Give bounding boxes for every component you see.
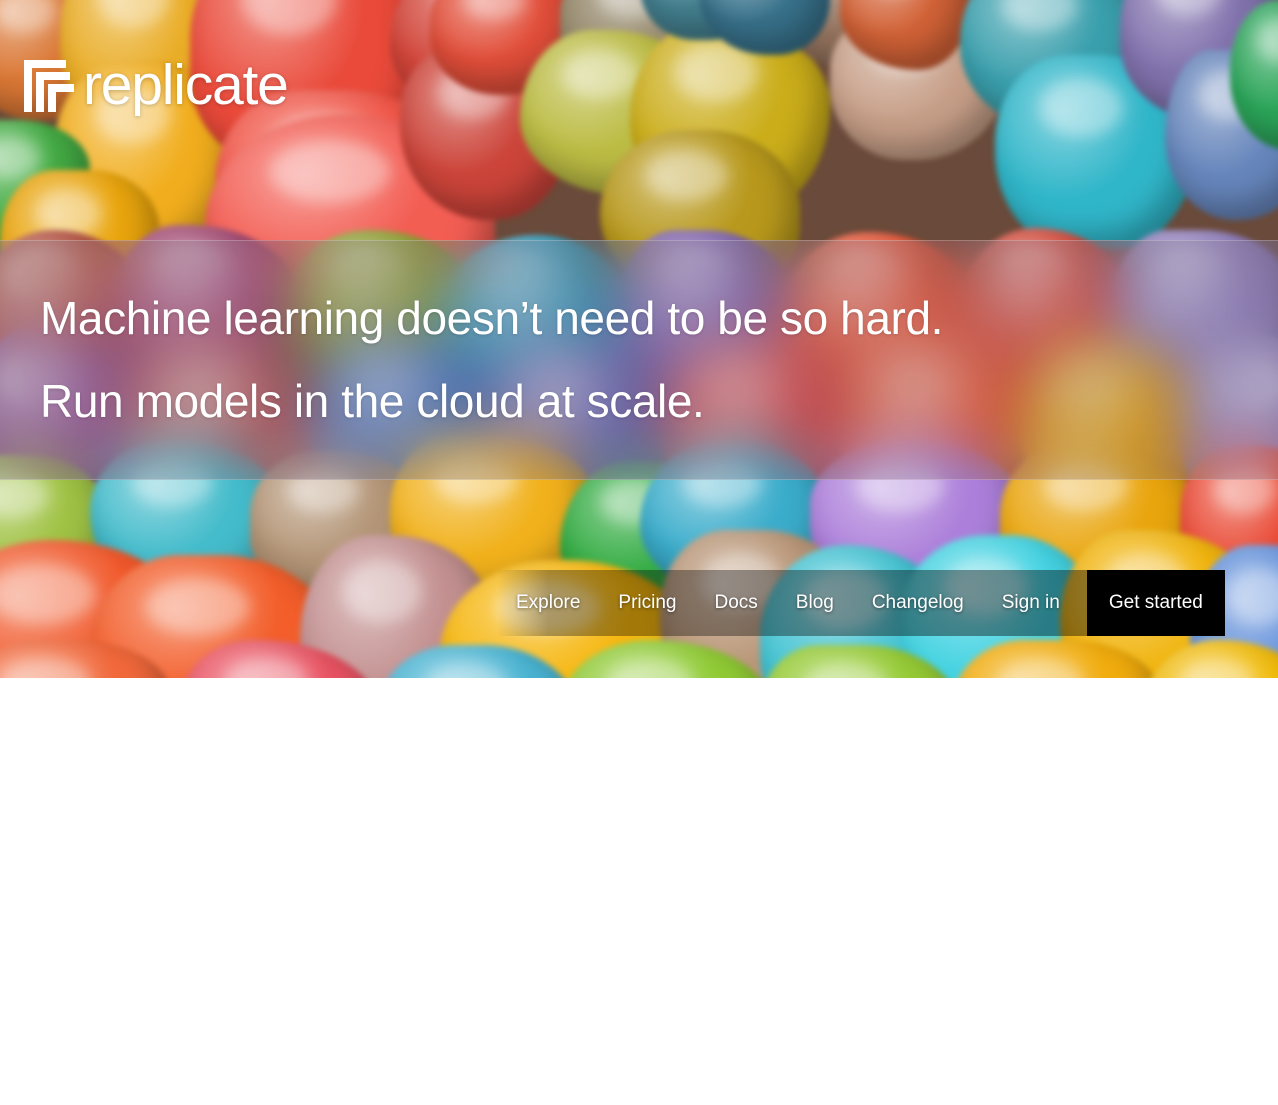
brand-name: replicate — [83, 53, 289, 117]
main-navigation: Explore Pricing Docs Blog Changelog Sign in Ge… — [497, 570, 1225, 636]
hero-headline-line-2: Run models in the cloud at scale. — [40, 375, 705, 427]
nav-link-explore[interactable]: Explore — [497, 570, 599, 636]
nav-link-sign-in[interactable]: Sign in — [983, 570, 1079, 636]
nav-link-pricing[interactable]: Pricing — [599, 570, 695, 636]
nav-link-changelog[interactable]: Changelog — [853, 570, 983, 636]
hero-headline-line-1: Machine learning doesn’t need to be so h… — [40, 292, 944, 344]
hero-section: Machine learning doesn’t need to be so h… — [0, 0, 1278, 678]
get-started-button[interactable]: Get started — [1086, 570, 1225, 636]
nav-link-docs[interactable]: Docs — [696, 570, 777, 636]
replicate-logo-icon — [24, 60, 74, 112]
brand-logo[interactable]: replicate — [22, 53, 289, 117]
content-section: 01 Run Replicate lets you run machine le… — [0, 678, 1278, 1105]
hero-headline-band: Machine learning doesn’t need to be so h… — [0, 240, 1278, 480]
replicate-landing-page: Machine learning doesn’t need to be so h… — [0, 0, 1278, 1105]
nav-link-blog[interactable]: Blog — [777, 570, 853, 636]
